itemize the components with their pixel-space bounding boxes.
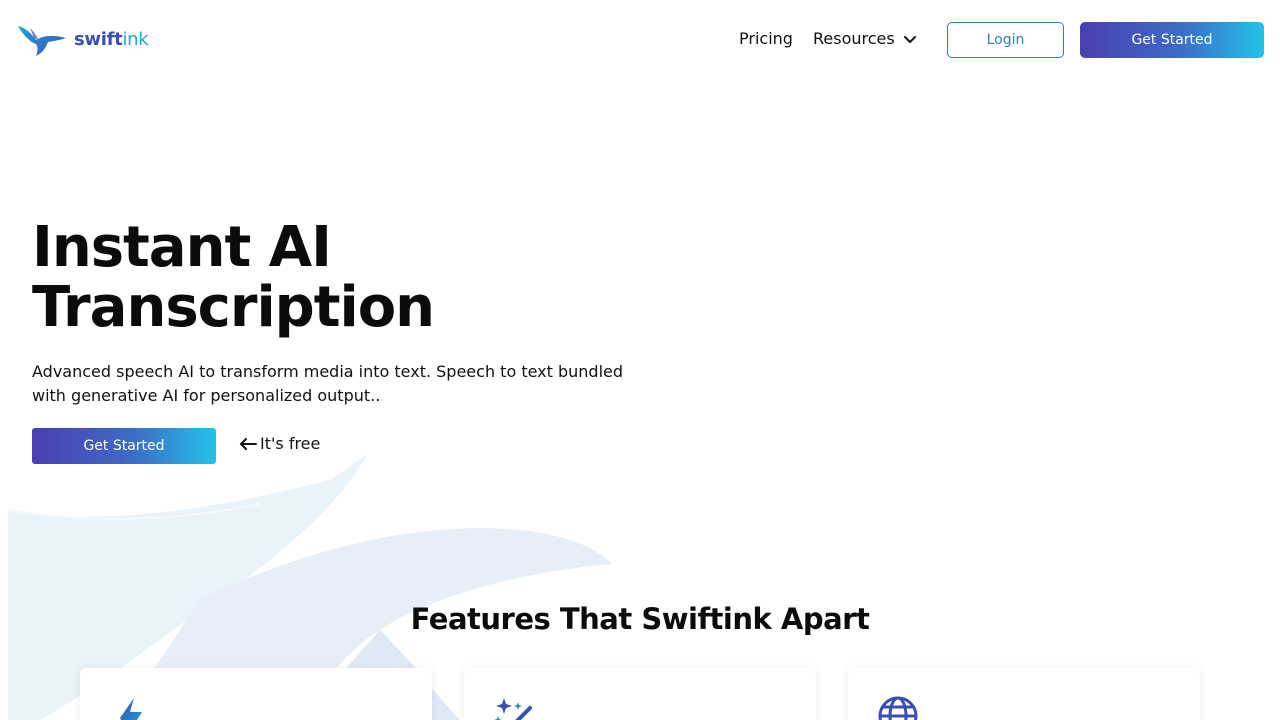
hero-title: Instant AI Transcription: [32, 215, 435, 340]
sparkles-wand-icon: [494, 698, 532, 720]
brand-name-swift: swift: [74, 28, 123, 50]
chevron-down-icon: [903, 35, 916, 43]
free-note: It's free: [238, 434, 320, 453]
free-note-label: It's free: [260, 434, 321, 453]
hero-get-started-button[interactable]: Get Started: [32, 428, 216, 464]
nav-pricing-link[interactable]: Pricing: [739, 29, 793, 48]
landing-page: swiftink Pricing Resources Login Get Sta…: [0, 0, 1280, 720]
hero-subtitle: Advanced speech AI to transform media in…: [32, 362, 624, 405]
header-get-started-button[interactable]: Get Started: [1080, 22, 1264, 58]
brand-wordmark: swiftink: [74, 28, 149, 50]
login-button[interactable]: Login: [947, 22, 1064, 58]
features-heading: Features That Swiftink Apart: [410, 602, 870, 636]
top-navigation-bar: swiftink Pricing Resources Login Get Sta…: [0, 0, 1280, 80]
nav-resources-dropdown[interactable]: Resources: [813, 29, 917, 48]
hero-title-line-1: Instant AI: [32, 215, 332, 280]
brand-logo[interactable]: swiftink: [16, 22, 149, 58]
bird-logo-icon: [18, 26, 66, 56]
feature-card-3: [848, 668, 1200, 720]
nav-resources-label: Resources: [813, 29, 895, 48]
feature-card-1: [80, 668, 432, 720]
globe-icon: [878, 696, 918, 720]
arrow-left-icon: [240, 437, 257, 450]
feature-card-2: [464, 668, 816, 720]
hero-title-line-2: Transcription: [32, 275, 435, 340]
lightning-icon: [120, 698, 142, 720]
brand-name-ink: ink: [122, 28, 149, 50]
